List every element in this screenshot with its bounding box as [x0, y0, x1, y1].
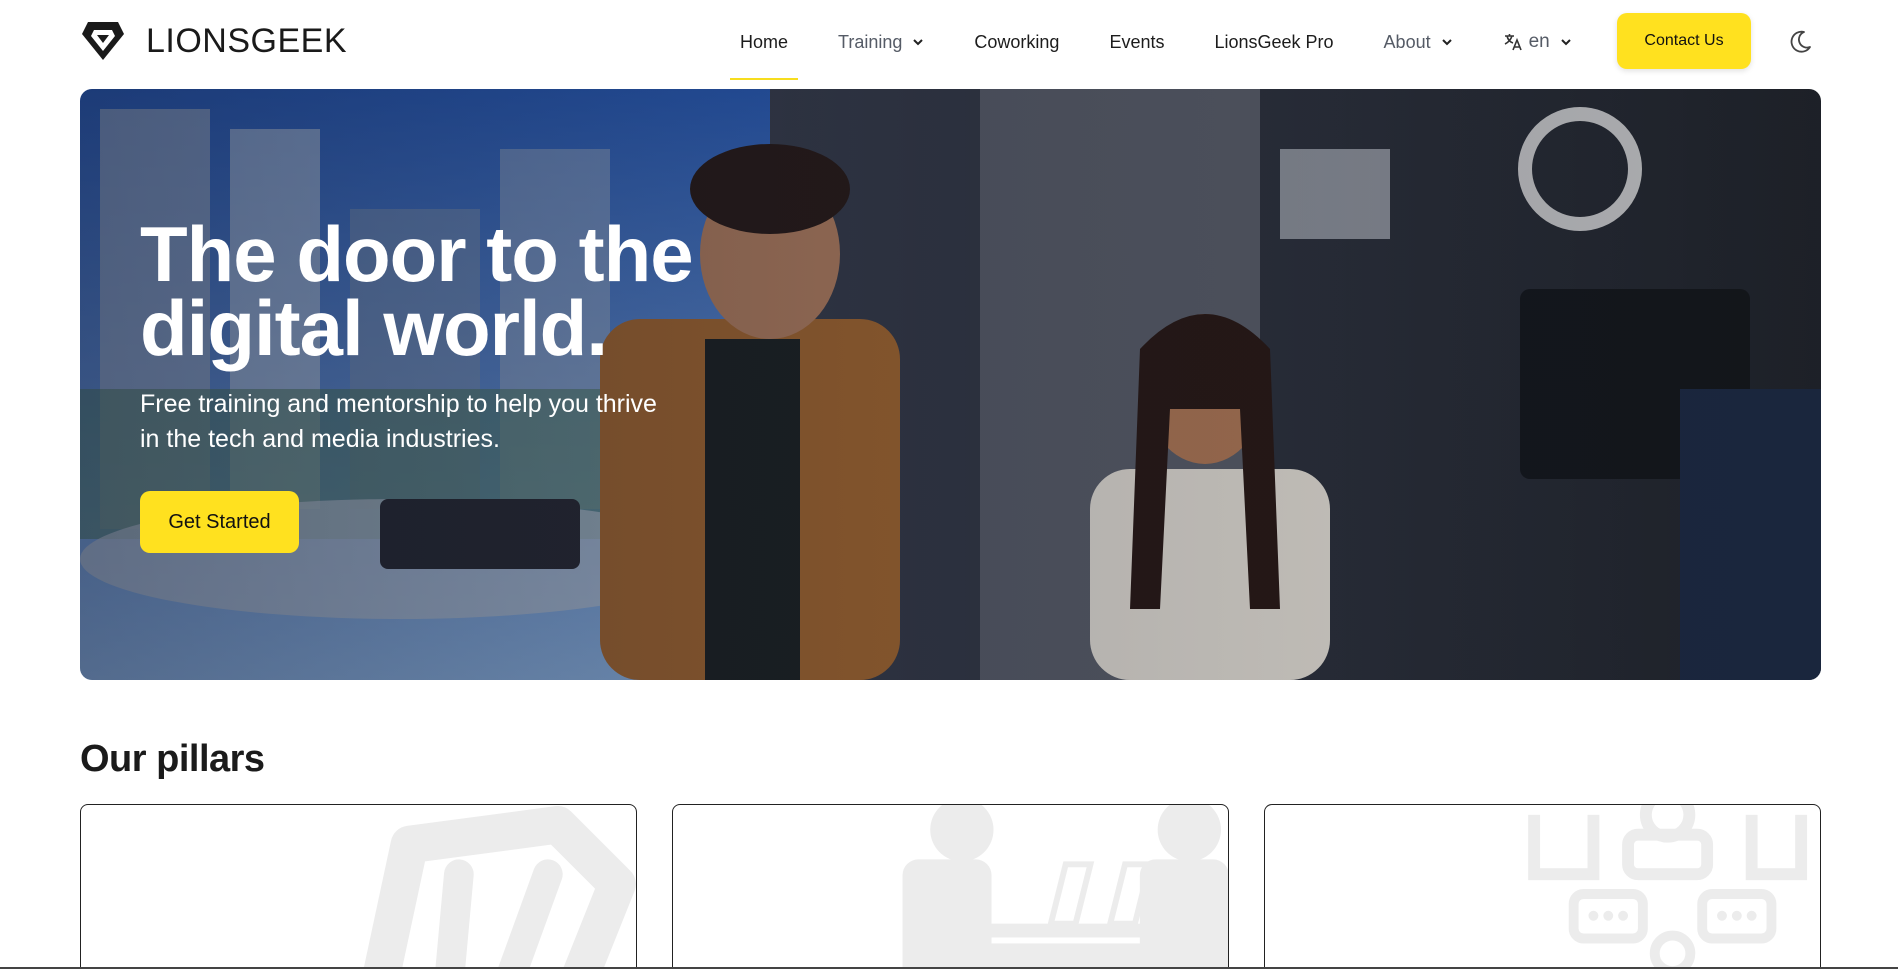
get-started-button[interactable]: Get Started [140, 491, 299, 553]
nav-item-training[interactable]: Training [838, 0, 924, 84]
code-icon [363, 805, 636, 969]
brand-logo-link[interactable]: LIONSGEEK [80, 18, 347, 64]
community-chat-icon [1528, 805, 1808, 969]
language-switcher[interactable]: en [1503, 0, 1572, 84]
nav-item-coworking[interactable]: Coworking [974, 0, 1059, 84]
hero-title: The door to the digital world. [140, 210, 694, 372]
brand-name: LIONSGEEK [146, 21, 348, 60]
lion-shield-logo-icon [82, 22, 124, 60]
nav-item-events[interactable]: Events [1109, 0, 1164, 84]
translate-icon [1504, 34, 1522, 51]
nav-item-label: Coworking [974, 31, 1060, 52]
nav-item-about[interactable]: About [1384, 0, 1453, 84]
pillar-card-training[interactable] [80, 804, 637, 969]
nav-item-label: About [1383, 31, 1431, 52]
nav-item-label: Events [1109, 31, 1165, 52]
chevron-down-icon [913, 39, 924, 46]
nav-item-label: Training [838, 31, 903, 52]
nav-item-lionsgeek-pro[interactable]: LionsGeek Pro [1214, 0, 1333, 84]
hero-banner: The door to the digital world. Free trai… [80, 89, 1821, 680]
coworking-desk-icon [902, 805, 1228, 969]
chevron-down-icon [1441, 39, 1452, 46]
language-label: en [1528, 31, 1550, 52]
hero-subtitle: Free training and mentorship to help you… [140, 390, 657, 453]
nav-item-home[interactable]: Home [729, 0, 799, 84]
moon-icon[interactable] [1786, 28, 1814, 56]
nav-item-label: LionsGeek Pro [1214, 31, 1334, 52]
contact-us-button[interactable]: Contact Us [1617, 13, 1751, 69]
main-nav: Home Training Coworking Events LionsGeek… [729, 0, 1606, 84]
chevron-down-icon [1561, 39, 1571, 46]
site-header: LIONSGEEK Home Training Coworking Events… [0, 0, 1898, 84]
nav-item-label: Home [740, 31, 789, 52]
hero-overlay [80, 89, 1821, 680]
pillars-heading: Our pillars [80, 738, 265, 780]
pillar-card-coworking[interactable] [672, 804, 1229, 969]
pillar-card-community[interactable] [1264, 804, 1821, 969]
page: LIONSGEEK Home Training Coworking Events… [0, 0, 1898, 969]
